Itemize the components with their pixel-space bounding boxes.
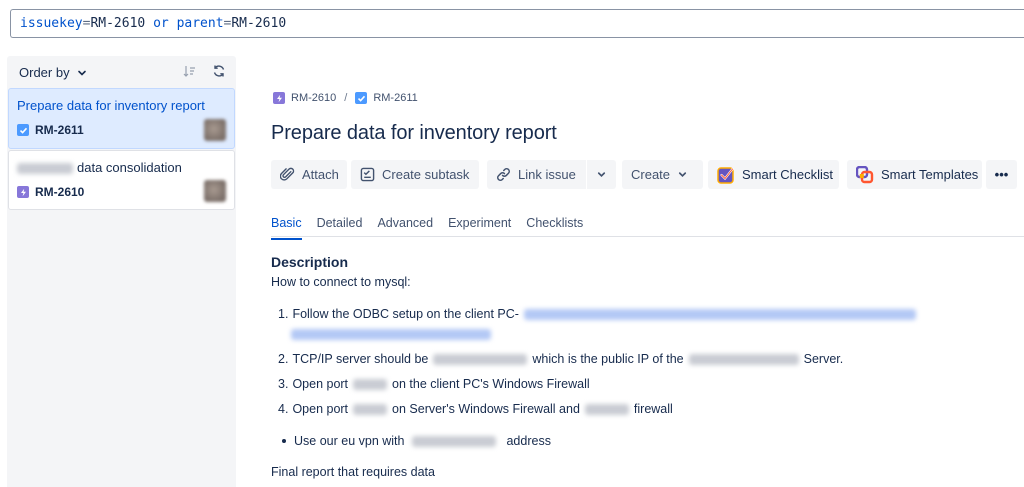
chevron-down-icon (597, 172, 606, 178)
chevron-down-icon (77, 70, 86, 76)
redacted-text (17, 163, 73, 175)
issue-card-rm-2610[interactable]: data consolidation RM-2610 (8, 150, 235, 210)
step-text: Open port (292, 377, 349, 391)
step-text: address (506, 434, 551, 448)
link-issue-dropdown-button[interactable] (587, 160, 616, 189)
smart-templates-button[interactable]: Smart Templates (847, 160, 982, 189)
step-text: on Server's Windows Firewall and (392, 402, 580, 416)
step-text: firewall (633, 402, 673, 416)
step-text: on the client PC's Windows Firewall (392, 377, 590, 391)
sort-direction-icon[interactable] (183, 65, 196, 78)
subtask-icon (360, 167, 375, 182)
step-text: Use our eu vpn with (294, 434, 405, 448)
tab-basic[interactable]: Basic (271, 216, 302, 240)
link-issue-label: Link issue (518, 167, 576, 182)
issue-tabs: Basic Detailed Advanced Experiment Check… (271, 216, 583, 240)
jql-value-2: RM-2610 (231, 16, 287, 31)
bullet-icon (282, 439, 286, 443)
breadcrumb-current-link[interactable]: RM-2611 (373, 92, 417, 104)
story-icon (17, 124, 29, 136)
redacted-text (584, 403, 629, 415)
list-item: 1. Follow the ODBC setup on the client P… (278, 307, 916, 321)
issue-title[interactable]: Prepare data for inventory report (271, 122, 557, 145)
tab-advanced[interactable]: Advanced (377, 216, 433, 238)
issue-card-key-text: RM-2611 (35, 123, 84, 137)
breadcrumb-parent-link[interactable]: RM-2610 (291, 92, 336, 104)
attach-button[interactable]: Attach (271, 160, 347, 189)
smart-templates-icon (856, 165, 874, 183)
issue-card-title: data consolidation (17, 160, 182, 175)
smart-checklist-button[interactable]: Smart Checklist (708, 160, 839, 189)
list-number: 3. (278, 377, 289, 391)
jql-field-1: issuekey (20, 16, 83, 31)
create-label: Create (631, 167, 671, 182)
epic-icon (273, 92, 285, 104)
jql-operator: or (153, 16, 169, 31)
jql-field-2: parent (176, 16, 224, 31)
step-text: Open port (292, 402, 349, 416)
smart-checklist-icon (717, 166, 734, 184)
issue-card-title: Prepare data for inventory report (17, 98, 205, 113)
list-item: 3. Open port on the client PC's Windows … (278, 377, 590, 391)
more-actions-button[interactable]: ••• (986, 160, 1017, 189)
list-number: 4. (278, 402, 289, 416)
step-text: Server. (803, 352, 844, 366)
list-number: 1. (278, 307, 289, 321)
issue-list-panel: Order by Prepare data for inventory repo… (7, 56, 236, 487)
smart-templates-label: Smart Templates (881, 167, 979, 182)
chevron-down-icon (678, 172, 687, 178)
step-text: TCP/IP server should be (292, 352, 429, 366)
avatar (204, 180, 226, 202)
redacted-text (353, 403, 388, 415)
epic-icon (17, 186, 29, 198)
description-final: Final report that requires data (271, 465, 435, 479)
description-intro: How to connect to mysql: (271, 275, 411, 289)
issue-card-rm-2611[interactable]: Prepare data for inventory report RM-261… (8, 88, 235, 149)
order-by-label: Order by (19, 65, 70, 80)
jql-value-1: RM-2610 (90, 16, 146, 31)
tab-checklists[interactable]: Checklists (526, 216, 583, 238)
final-text: Final report that requires data (271, 465, 435, 479)
issue-card-title-suffix: data consolidation (77, 160, 182, 175)
redacted-text (688, 353, 799, 365)
tab-detailed[interactable]: Detailed (317, 216, 363, 238)
redacted-text (353, 378, 388, 390)
attach-label: Attach (302, 167, 339, 182)
issue-card-key-text: RM-2610 (35, 185, 85, 199)
paperclip-icon (280, 167, 295, 181)
list-item: 4. Open port on Server's Windows Firewal… (278, 402, 673, 416)
redacted-text (412, 435, 497, 447)
create-subtask-label: Create subtask (382, 167, 470, 182)
list-item-continued (291, 329, 491, 340)
list-item: Use our eu vpn with address (282, 434, 551, 448)
redacted-text (433, 353, 528, 365)
issue-card-key: RM-2610 (17, 185, 84, 199)
create-subtask-button[interactable]: Create subtask (351, 160, 479, 189)
order-bar: Order by (7, 56, 236, 87)
breadcrumb: RM-2610 / RM-2611 (273, 92, 418, 104)
list-item: 2. TCP/IP server should be which is the … (278, 352, 843, 366)
story-icon (355, 92, 368, 104)
more-icon: ••• (994, 167, 1009, 182)
jql-query-input[interactable]: issuekey=RM-2610 or parent=RM-2610 (10, 9, 1024, 38)
description-heading: Description (271, 254, 349, 270)
link-icon (497, 168, 510, 181)
step-text: Follow the ODBC setup on the client PC- (292, 307, 519, 321)
smart-checklist-label: Smart Checklist (742, 167, 834, 182)
tab-experiment[interactable]: Experiment (448, 216, 511, 238)
refresh-icon[interactable] (212, 64, 226, 78)
issue-card-key: RM-2611 (17, 123, 84, 137)
redacted-link[interactable] (291, 329, 491, 340)
list-number: 2. (278, 352, 289, 366)
create-dropdown-button[interactable]: Create (622, 160, 703, 189)
tab-divider (271, 236, 1024, 237)
order-by-dropdown[interactable]: Order by (19, 65, 88, 80)
redacted-link[interactable] (523, 308, 916, 320)
step-text: which is the public IP of the (532, 352, 684, 366)
breadcrumb-separator: / (344, 92, 348, 104)
link-issue-button[interactable]: Link issue (487, 160, 586, 189)
avatar (204, 119, 226, 141)
